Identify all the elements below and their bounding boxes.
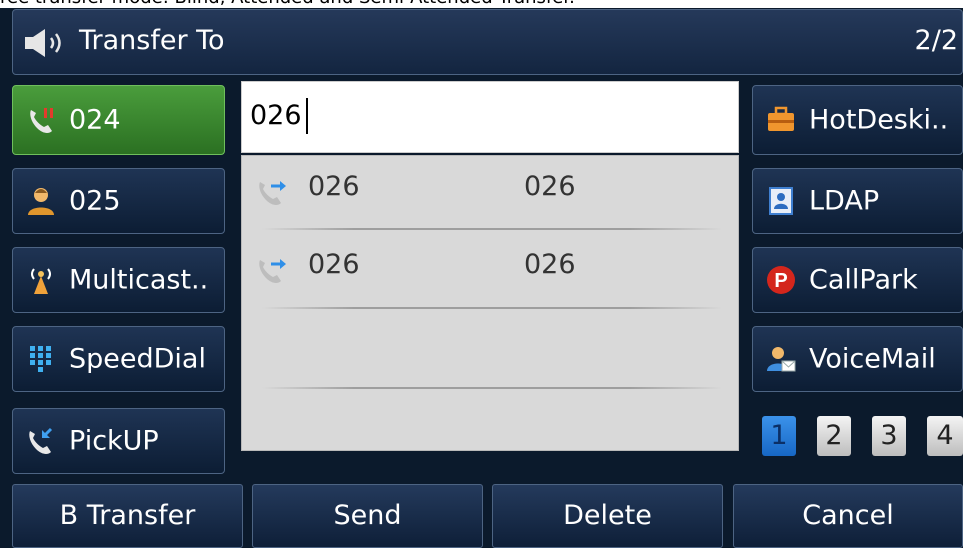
keypad-icon bbox=[30, 346, 51, 372]
delete-button[interactable]: Delete bbox=[492, 484, 723, 548]
line-key-hotdesking[interactable]: HotDeski.. bbox=[752, 85, 963, 155]
line-key-voicemail[interactable]: VoiceMail bbox=[752, 326, 963, 392]
briefcase-icon bbox=[768, 106, 794, 131]
line-key-pickup[interactable]: PickUP bbox=[12, 408, 225, 474]
title-bar: Transfer To 2/2 bbox=[12, 9, 963, 75]
search-results-list: 026 026 026 026 bbox=[241, 155, 739, 451]
line-key-label: CallPark bbox=[809, 264, 918, 296]
line-key-ldap[interactable]: LDAP bbox=[752, 168, 963, 234]
line-key-label: SpeedDial bbox=[69, 343, 206, 375]
call-transfer-icon bbox=[259, 259, 286, 283]
send-button[interactable]: Send bbox=[252, 484, 483, 548]
line-key-label: VoiceMail bbox=[809, 343, 936, 375]
line-key-label: Multicast.. bbox=[69, 264, 209, 296]
line-key-multicast[interactable]: Multicast.. bbox=[12, 247, 225, 313]
input-value: 026 bbox=[250, 100, 302, 131]
page-caption: ree transfer mode: Blind, Attended and S… bbox=[0, 0, 963, 8]
page-button-4[interactable]: 4 bbox=[927, 416, 963, 456]
page-button-1[interactable]: 1 bbox=[762, 416, 796, 456]
park-icon: P bbox=[767, 266, 795, 294]
line-key-callpark[interactable]: P CallPark bbox=[752, 247, 963, 313]
list-divider bbox=[262, 307, 722, 309]
voicemail-icon bbox=[767, 347, 796, 372]
result-name: 026 bbox=[308, 171, 360, 202]
text-cursor bbox=[306, 98, 308, 134]
line-key-label: 024 bbox=[69, 104, 121, 136]
line-key-025[interactable]: 025 bbox=[12, 168, 225, 234]
page-indicator: 2/2 bbox=[914, 25, 958, 56]
result-number: 026 bbox=[524, 249, 576, 280]
cancel-button[interactable]: Cancel bbox=[733, 484, 963, 548]
screen-title: Transfer To bbox=[79, 25, 225, 56]
list-item[interactable]: 026 026 bbox=[242, 156, 740, 234]
directory-icon bbox=[769, 187, 793, 215]
transfer-number-input[interactable]: 026 bbox=[241, 81, 739, 153]
speaker-icon bbox=[25, 29, 61, 57]
antenna-icon bbox=[31, 268, 51, 294]
line-key-speeddial[interactable]: SpeedDial bbox=[12, 326, 225, 392]
line-key-024[interactable]: 024 bbox=[12, 85, 225, 155]
line-key-label: LDAP bbox=[809, 185, 880, 217]
list-divider bbox=[262, 387, 722, 389]
list-item[interactable]: 026 026 bbox=[242, 234, 740, 312]
page-button-3[interactable]: 3 bbox=[872, 416, 906, 456]
line-key-label: 025 bbox=[69, 185, 121, 217]
b-transfer-button[interactable]: B Transfer bbox=[12, 484, 243, 548]
call-transfer-icon bbox=[259, 181, 286, 205]
line-key-label: HotDeski.. bbox=[809, 104, 949, 136]
list-divider bbox=[262, 228, 722, 230]
contact-icon bbox=[28, 188, 54, 215]
pickup-call-icon bbox=[29, 427, 53, 454]
line-key-label: PickUP bbox=[69, 425, 159, 457]
phone-missed-icon bbox=[30, 108, 53, 133]
page-button-2[interactable]: 2 bbox=[817, 416, 851, 456]
phone-screen: Transfer To 2/2 024 025 Multicast.. Spee… bbox=[0, 8, 963, 548]
result-name: 026 bbox=[308, 249, 360, 280]
result-number: 026 bbox=[524, 171, 576, 202]
svg-text:P: P bbox=[774, 270, 787, 292]
